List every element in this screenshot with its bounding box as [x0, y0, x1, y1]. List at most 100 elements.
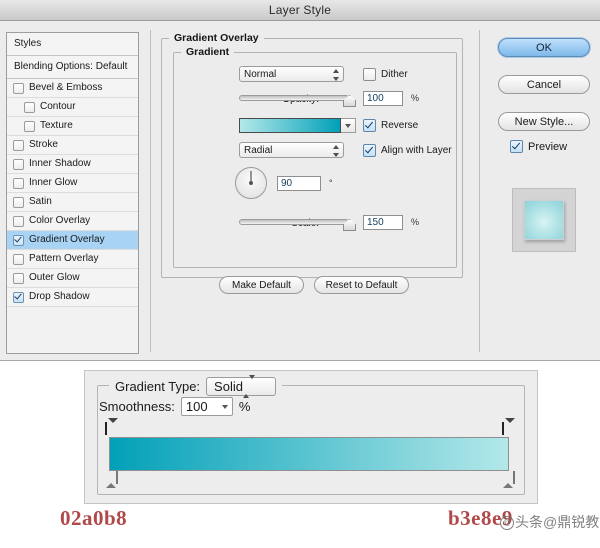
cancel-button[interactable]: Cancel [498, 75, 590, 94]
style-effect-label: Texture [40, 120, 73, 131]
dialog-actions: OK Cancel New Style... Preview [480, 30, 600, 352]
style-effect-checkbox[interactable] [13, 158, 24, 170]
style-effect-row[interactable]: Stroke [7, 136, 138, 155]
opacity-stop-left[interactable] [105, 471, 118, 488]
opacity-stop-right[interactable] [502, 471, 515, 488]
style-effect-checkbox[interactable] [13, 196, 24, 208]
gradient-group [173, 52, 457, 268]
style-select[interactable]: Radial [239, 142, 344, 158]
gradient-picker[interactable] [239, 118, 356, 133]
at-sign-icon: @ [500, 516, 514, 531]
make-default-button[interactable]: Make Default [219, 276, 304, 294]
style-effect-row[interactable]: Inner Shadow [7, 155, 138, 174]
style-effect-row[interactable]: Texture [7, 117, 138, 136]
style-effect-checkbox[interactable] [24, 120, 35, 132]
reset-to-default-button[interactable]: Reset to Default [314, 276, 409, 294]
reverse-label: Reverse [381, 120, 419, 131]
style-value: Radial [244, 144, 273, 156]
layer-style-dialog: Layer Style Styles Blending Options: Def… [0, 0, 600, 361]
reverse-checkbox-box [363, 119, 376, 132]
style-effect-row[interactable]: Gradient Overlay [7, 231, 138, 250]
style-effect-row[interactable]: Pattern Overlay [7, 250, 138, 269]
scale-unit: % [411, 217, 420, 227]
scale-slider[interactable] [239, 217, 356, 231]
reverse-checkbox[interactable]: Reverse [363, 119, 418, 132]
gradient-preview-bar[interactable] [109, 437, 509, 471]
angle-input[interactable]: 90 [277, 176, 321, 191]
style-effect-checkbox[interactable] [13, 139, 24, 151]
style-effect-label: Color Overlay [29, 215, 91, 226]
gradient-dropdown-button[interactable] [341, 118, 356, 133]
align-with-layer-checkbox-box [363, 144, 376, 157]
style-effect-row[interactable]: Bevel & Emboss [7, 79, 138, 98]
smoothness-row: Smoothness: 100 % [99, 397, 250, 416]
style-effect-checkbox[interactable] [13, 234, 24, 246]
angle-unit: ° [329, 178, 333, 188]
align-with-layer-checkbox[interactable]: Align with Layer [363, 144, 452, 157]
style-effect-row[interactable]: Contour [7, 98, 138, 117]
style-effect-label: Satin [29, 196, 52, 207]
stepper-arrows-icon [332, 145, 339, 157]
opacity-slider[interactable] [239, 93, 356, 107]
ok-button[interactable]: OK [498, 38, 590, 57]
gradient-legend: Gradient [181, 46, 235, 58]
gradient-editor-panel: Gradient Type: Solid Smoothness: 100 % [84, 370, 538, 504]
gradient-type-select[interactable]: Solid [206, 375, 276, 398]
opacity-value: 100 [367, 93, 384, 104]
style-effect-checkbox[interactable] [13, 291, 24, 303]
watermark: @头条@鼎锐教育 [500, 512, 600, 532]
style-effect-checkbox[interactable] [13, 253, 24, 265]
opacity-stop-right-swatch [512, 471, 515, 484]
preview-thumbnail [512, 188, 576, 252]
stepper-arrows-icon [242, 375, 255, 398]
style-effect-checkbox[interactable] [13, 215, 24, 227]
gradient-swatch[interactable] [239, 118, 341, 133]
left-hex-caption: 02a0b8 [60, 506, 128, 530]
style-effect-checkbox[interactable] [24, 101, 35, 113]
preview-checkbox[interactable]: Preview [510, 140, 567, 153]
style-effect-label: Gradient Overlay [29, 234, 105, 245]
preview-label: Preview [528, 140, 568, 153]
blending-options-row[interactable]: Blending Options: Default [7, 56, 138, 79]
style-effect-label: Stroke [29, 139, 58, 150]
opacity-input[interactable]: 100 [363, 91, 403, 106]
style-effect-checkbox[interactable] [13, 177, 24, 189]
dither-checkbox[interactable]: Dither [363, 68, 408, 81]
style-effect-label: Contour [40, 101, 76, 112]
scale-input[interactable]: 150 [363, 215, 403, 230]
style-effect-row[interactable]: Drop Shadow [7, 288, 138, 307]
opacity-unit: % [411, 93, 420, 103]
style-effect-label: Pattern Overlay [29, 253, 99, 264]
color-stop-left[interactable] [105, 418, 118, 437]
gradient-type-label: Gradient Type: [115, 379, 201, 394]
color-stop-right[interactable] [502, 418, 515, 437]
dialog-title: Layer Style [268, 3, 332, 17]
new-style-button[interactable]: New Style... [498, 112, 590, 131]
blend-mode-select[interactable]: Normal [239, 66, 344, 82]
styles-header[interactable]: Styles [7, 33, 138, 56]
style-effect-row[interactable]: Color Overlay [7, 212, 138, 231]
color-stop-left-swatch [105, 422, 107, 435]
align-with-layer-label: Align with Layer [381, 145, 452, 156]
color-stop-right-pointer-icon [504, 418, 515, 434]
color-stop-left-pointer-icon [107, 418, 118, 434]
angle-dial[interactable] [235, 167, 267, 199]
smoothness-label: Smoothness: [99, 399, 175, 414]
dither-label: Dither [381, 69, 408, 80]
smoothness-unit: % [238, 399, 251, 414]
style-effect-row[interactable]: Satin [7, 193, 138, 212]
style-effect-checkbox[interactable] [13, 82, 24, 94]
style-effect-list: Bevel & Emboss Contour Texture Stroke Inner … [7, 79, 138, 307]
gradient-type-value: Solid [214, 379, 243, 394]
preview-checkbox-box [510, 140, 523, 153]
style-effect-checkbox[interactable] [13, 272, 24, 284]
gradient-bar-area [105, 418, 515, 488]
smoothness-select[interactable]: 100 [180, 397, 233, 416]
opacity-stop-left-swatch [115, 471, 118, 484]
chevron-down-icon [345, 123, 351, 128]
blend-mode-value: Normal [244, 68, 277, 80]
dither-checkbox-box [363, 68, 376, 81]
style-effect-row[interactable]: Inner Glow [7, 174, 138, 193]
style-effect-row[interactable]: Outer Glow [7, 269, 138, 288]
gradient-overlay-panel: Gradient Overlay Gradient Blend Mode: No… [150, 30, 480, 352]
